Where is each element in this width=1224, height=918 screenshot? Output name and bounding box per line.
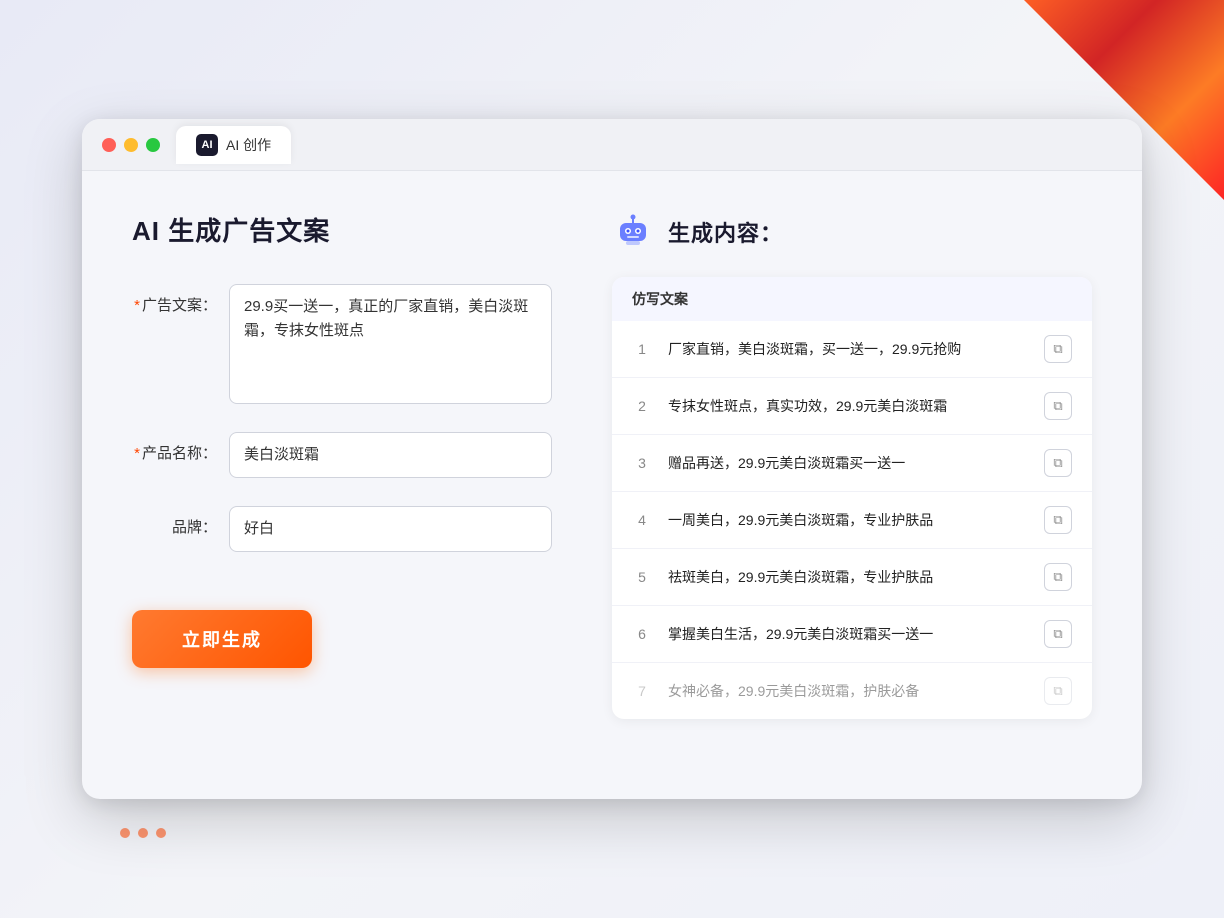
row-text-7: 女神必备，29.9元美白淡斑霜，护肤必备 xyxy=(668,681,1028,702)
table-header-text: 仿写文案 xyxy=(632,291,688,307)
copy-button-3[interactable]: ⧉ xyxy=(1044,449,1072,477)
left-panel: AI 生成广告文案 *广告文案： 29.9买一送一，真正的厂家直销，美白淡斑霜，… xyxy=(132,211,552,759)
row-num-4: 4 xyxy=(632,512,652,528)
app-window: AI AI 创作 AI 生成广告文案 *广告文案： 29.9买一送一，真正的厂家… xyxy=(82,119,1142,799)
result-row-1: 1 厂家直销，美白淡斑霜，买一送一，29.9元抢购 ⧉ xyxy=(612,321,1092,378)
row-num-5: 5 xyxy=(632,569,652,585)
product-name-label: *产品名称： xyxy=(132,432,217,463)
ad-copy-field[interactable]: 29.9买一送一，真正的厂家直销，美白淡斑霜，专抹女性斑点 xyxy=(229,284,552,404)
row-text-5: 祛斑美白，29.9元美白淡斑霜，专业护肤品 xyxy=(668,567,1028,588)
generate-button[interactable]: 立即生成 xyxy=(132,610,312,668)
close-button[interactable] xyxy=(102,138,116,152)
brand-field[interactable] xyxy=(229,506,552,552)
results-title: 生成内容： xyxy=(668,216,783,248)
ad-copy-group: *广告文案： 29.9买一送一，真正的厂家直销，美白淡斑霜，专抹女性斑点 xyxy=(132,284,552,404)
ad-copy-label: *广告文案： xyxy=(132,284,217,315)
copy-button-2[interactable]: ⧉ xyxy=(1044,392,1072,420)
minimize-button[interactable] xyxy=(124,138,138,152)
row-text-4: 一周美白，29.9元美白淡斑霜，专业护肤品 xyxy=(668,510,1028,531)
row-num-6: 6 xyxy=(632,626,652,642)
main-content: AI 生成广告文案 *广告文案： 29.9买一送一，真正的厂家直销，美白淡斑霜，… xyxy=(82,171,1142,799)
copy-button-4[interactable]: ⧉ xyxy=(1044,506,1072,534)
title-bar: AI AI 创作 xyxy=(82,119,1142,171)
row-num-7: 7 xyxy=(632,683,652,699)
copy-button-6[interactable]: ⧉ xyxy=(1044,620,1072,648)
ai-tab-icon: AI xyxy=(196,134,218,156)
copy-button-5[interactable]: ⧉ xyxy=(1044,563,1072,591)
required-star-1: * xyxy=(134,297,140,314)
tab-label: AI 创作 xyxy=(226,135,271,155)
row-text-3: 赠品再送，29.9元美白淡斑霜买一送一 xyxy=(668,453,1028,474)
brand-group: 品牌： xyxy=(132,506,552,552)
row-num-1: 1 xyxy=(632,341,652,357)
row-num-2: 2 xyxy=(632,398,652,414)
results-table: 仿写文案 1 厂家直销，美白淡斑霜，买一送一，29.9元抢购 ⧉ 2 专抹女性斑… xyxy=(612,277,1092,719)
right-header: 生成内容： xyxy=(612,211,1092,253)
right-panel: 生成内容： 仿写文案 1 厂家直销，美白淡斑霜，买一送一，29.9元抢购 ⧉ 2… xyxy=(612,211,1092,759)
row-num-3: 3 xyxy=(632,455,652,471)
row-text-2: 专抹女性斑点，真实功效，29.9元美白淡斑霜 xyxy=(668,396,1028,417)
brand-label: 品牌： xyxy=(132,506,217,537)
product-name-field[interactable] xyxy=(229,432,552,478)
result-row-6: 6 掌握美白生活，29.9元美白淡斑霜买一送一 ⧉ xyxy=(612,606,1092,663)
result-row-7: 7 女神必备，29.9元美白淡斑霜，护肤必备 ⧉ xyxy=(612,663,1092,719)
row-text-6: 掌握美白生活，29.9元美白淡斑霜买一送一 xyxy=(668,624,1028,645)
page-title: AI 生成广告文案 xyxy=(132,211,552,248)
ai-tab[interactable]: AI AI 创作 xyxy=(176,126,291,164)
copy-button-7[interactable]: ⧉ xyxy=(1044,677,1072,705)
required-star-2: * xyxy=(134,445,140,462)
dot-decoration xyxy=(120,828,166,838)
product-name-group: *产品名称： xyxy=(132,432,552,478)
traffic-lights xyxy=(102,138,160,152)
copy-button-1[interactable]: ⧉ xyxy=(1044,335,1072,363)
robot-icon xyxy=(612,211,654,253)
result-row-2: 2 专抹女性斑点，真实功效，29.9元美白淡斑霜 ⧉ xyxy=(612,378,1092,435)
result-row-5: 5 祛斑美白，29.9元美白淡斑霜，专业护肤品 ⧉ xyxy=(612,549,1092,606)
row-text-1: 厂家直销，美白淡斑霜，买一送一，29.9元抢购 xyxy=(668,339,1028,360)
result-row-4: 4 一周美白，29.9元美白淡斑霜，专业护肤品 ⧉ xyxy=(612,492,1092,549)
maximize-button[interactable] xyxy=(146,138,160,152)
result-row-3: 3 赠品再送，29.9元美白淡斑霜买一送一 ⧉ xyxy=(612,435,1092,492)
table-header: 仿写文案 xyxy=(612,277,1092,321)
